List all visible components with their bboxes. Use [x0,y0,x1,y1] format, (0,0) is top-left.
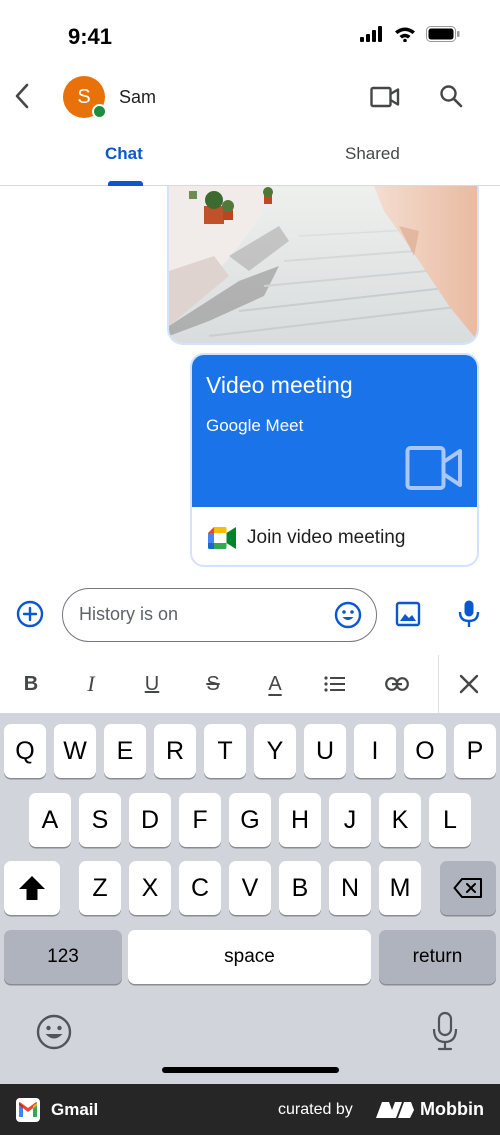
contact-name[interactable]: Sam [119,87,156,108]
bold-button[interactable]: B [16,669,46,699]
close-icon [459,674,479,694]
footer-banner: Gmail curated by Mobbin [0,1084,500,1135]
stairway-photo [169,186,477,343]
meeting-title: Video meeting [206,372,353,398]
search-button[interactable] [436,81,466,111]
key-o[interactable]: O [404,724,446,778]
curated-by-label: curated by [278,1101,353,1118]
on-screen-keyboard: Q W E R T Y U I O P A S D F G H J K L Z … [0,713,500,1084]
key-l[interactable]: L [429,793,471,847]
tab-chat[interactable]: Chat [105,144,143,164]
key-q[interactable]: Q [4,724,46,778]
plus-circle-icon [16,600,44,628]
space-key[interactable]: space [128,930,371,984]
smiley-icon [334,601,362,629]
key-k[interactable]: K [379,793,421,847]
backspace-icon [453,878,482,898]
formatting-toolbar: B I U S A [0,655,500,713]
delete-key[interactable] [440,861,496,915]
key-g[interactable]: G [229,793,271,847]
emoji-keyboard-icon [36,1014,72,1050]
avatar-initial: S [77,85,91,108]
toolbar-divider [438,655,439,713]
back-button[interactable] [8,78,36,114]
underline-button[interactable]: U [137,669,167,699]
key-j[interactable]: J [329,793,371,847]
join-meeting-label: Join video meeting [247,527,406,548]
status-icons [360,26,460,42]
dictation-button[interactable] [432,1011,458,1051]
video-meeting-card[interactable]: Video meeting Google Meet Join video mee… [190,353,479,567]
key-z[interactable]: Z [79,861,121,915]
bulleted-list-icon [324,676,345,692]
key-y[interactable]: Y [254,724,296,778]
key-h[interactable]: H [279,793,321,847]
app-name: Gmail [51,1100,99,1119]
chevron-left-icon [15,83,29,109]
key-n[interactable]: N [329,861,371,915]
key-p[interactable]: P [454,724,496,778]
meeting-provider: Google Meet [206,416,304,435]
meeting-card-banner: Video meeting Google Meet [192,355,477,507]
search-icon [440,85,463,108]
mobbin-logo-icon [376,1102,414,1118]
battery-icon [426,26,460,42]
cellular-signal-icon [360,26,382,42]
insert-image-button[interactable] [395,601,421,627]
chat-tabs: Chat Shared [0,122,500,186]
key-m[interactable]: M [379,861,421,915]
key-w[interactable]: W [54,724,96,778]
microphone-icon [458,600,480,627]
shift-key[interactable] [4,861,60,915]
microphone-icon [432,1011,458,1051]
join-meeting-button[interactable]: Join video meeting [192,507,477,565]
tab-selected-indicator [108,181,143,186]
message-composer [62,588,377,642]
shift-icon [19,876,45,900]
gmail-logo-icon [16,1098,40,1122]
text-color-button[interactable]: A [260,669,290,699]
voice-input-button[interactable] [457,599,481,629]
home-indicator [162,1067,339,1073]
photo-message[interactable] [167,186,479,345]
key-x[interactable]: X [129,861,171,915]
key-s[interactable]: S [79,793,121,847]
mobbin-brand: Mobbin [420,1099,484,1119]
avatar[interactable]: S [63,76,107,119]
strikethrough-button[interactable]: S [198,669,228,699]
insert-link-button[interactable] [382,669,412,699]
wifi-icon [395,27,415,42]
key-t[interactable]: T [204,724,246,778]
video-camera-icon [405,446,462,490]
add-attachment-button[interactable] [16,600,44,628]
numbers-key[interactable]: 123 [4,930,122,984]
message-input[interactable] [79,604,319,625]
key-d[interactable]: D [129,793,171,847]
video-call-button[interactable] [368,82,402,112]
tab-shared[interactable]: Shared [345,144,400,164]
link-icon [385,677,409,691]
video-camera-icon [370,86,400,108]
key-b[interactable]: B [279,861,321,915]
presence-indicator [92,104,107,119]
key-r[interactable]: R [154,724,196,778]
return-key[interactable]: return [379,930,496,984]
key-c[interactable]: C [179,861,221,915]
key-i[interactable]: I [354,724,396,778]
italic-button[interactable]: I [76,669,106,699]
key-f[interactable]: F [179,793,221,847]
key-u[interactable]: U [304,724,346,778]
emoji-button[interactable] [334,601,362,629]
google-meet-icon [208,527,236,549]
key-a[interactable]: A [29,793,71,847]
image-icon [395,601,421,627]
bulleted-list-button[interactable] [320,669,350,699]
emoji-keyboard-button[interactable] [35,1013,73,1051]
key-e[interactable]: E [104,724,146,778]
key-v[interactable]: V [229,861,271,915]
status-bar: 9:41 [0,0,500,72]
chat-header: S Sam [0,72,500,122]
status-time: 9:41 [68,24,113,49]
close-formatting-button[interactable] [454,669,484,699]
